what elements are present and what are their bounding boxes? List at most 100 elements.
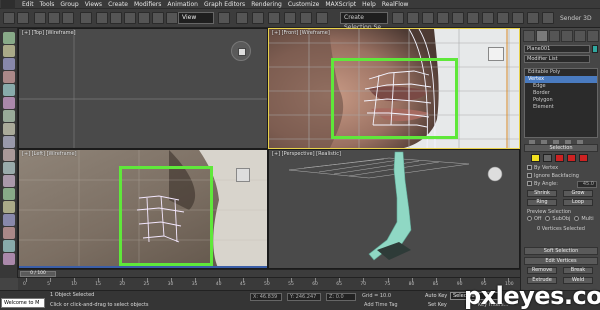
- left-tool-icon[interactable]: [3, 188, 15, 200]
- select-icon[interactable]: [96, 12, 108, 24]
- menu-maxscript[interactable]: MAXScript: [325, 0, 362, 9]
- unlink-icon[interactable]: [48, 12, 60, 24]
- viewcube-icon[interactable]: [231, 41, 251, 61]
- viewcube-icon[interactable]: [236, 168, 250, 182]
- menu-views[interactable]: Views: [85, 0, 108, 9]
- menu-graph-editors[interactable]: Graph Editors: [204, 0, 251, 9]
- menu-group[interactable]: Group: [60, 0, 84, 9]
- redo-icon[interactable]: [17, 12, 29, 24]
- auto-key-button[interactable]: Auto Key: [425, 293, 447, 299]
- z-coordinate-field[interactable]: Z: 0.0: [326, 293, 356, 301]
- render-icon[interactable]: [527, 12, 539, 24]
- menu-animation[interactable]: Animation: [167, 0, 204, 9]
- viewport-top[interactable]: [+] [Top] [Wireframe]: [18, 28, 268, 149]
- preview-multi-radio[interactable]: Multi: [574, 216, 594, 222]
- stack-item-editable-poly[interactable]: Editable Poly: [525, 69, 597, 76]
- loop-button[interactable]: Loop: [563, 199, 593, 206]
- ignore-backfacing-option[interactable]: Ignore Backfacing: [527, 173, 579, 179]
- curve-editor-icon[interactable]: [452, 12, 464, 24]
- stack-item-border[interactable]: Border: [525, 90, 597, 97]
- stack-item-edge[interactable]: Edge: [525, 83, 597, 90]
- ring-button[interactable]: Ring: [527, 199, 557, 206]
- rotate-icon[interactable]: [166, 12, 178, 24]
- add-time-tag-button[interactable]: Add Time Tag: [364, 302, 398, 308]
- bind-icon[interactable]: [62, 12, 74, 24]
- shrink-button[interactable]: Shrink: [527, 190, 557, 197]
- display-tab-icon[interactable]: [574, 30, 587, 42]
- render-frame-icon[interactable]: [512, 12, 524, 24]
- schematic-icon[interactable]: [467, 12, 479, 24]
- polygon-level-icon[interactable]: [567, 154, 576, 162]
- selection-rollout[interactable]: Selection: [524, 144, 598, 152]
- menu-edit[interactable]: Edit: [22, 0, 40, 9]
- move-icon[interactable]: [152, 12, 164, 24]
- menu-help[interactable]: Help: [362, 0, 382, 9]
- hierarchy-tab-icon[interactable]: [548, 30, 561, 42]
- stack-item-element[interactable]: Element: [525, 104, 597, 111]
- layer-icon[interactable]: [422, 12, 434, 24]
- remove-button[interactable]: Remove: [527, 267, 557, 274]
- stack-item-vertex[interactable]: Vertex: [525, 76, 597, 83]
- menu-rendering[interactable]: Rendering: [251, 0, 288, 9]
- by-vertex-option[interactable]: By Vertex: [527, 165, 558, 171]
- menu-modifiers[interactable]: Modifiers: [134, 0, 167, 9]
- left-tool-icon[interactable]: [3, 123, 15, 135]
- viewport-label[interactable]: [+] [Front] [Wireframe]: [272, 30, 330, 36]
- viewcube-icon[interactable]: [488, 47, 504, 61]
- filter-icon[interactable]: [80, 12, 92, 24]
- time-slider[interactable]: 0 / 100: [18, 269, 520, 277]
- element-level-icon[interactable]: [579, 154, 588, 162]
- link-icon[interactable]: [34, 12, 46, 24]
- track-bar[interactable]: 0 5 10 15 20 25 30 35 40 45 50 55 60 65 70 75 80 85 90 95 10…: [18, 277, 520, 290]
- by-angle-option[interactable]: By Angle:: [527, 181, 558, 187]
- left-tool-icon[interactable]: [3, 240, 15, 252]
- rect-select-icon[interactable]: [124, 12, 136, 24]
- soft-selection-rollout[interactable]: Soft Selection: [524, 247, 598, 255]
- left-tool-icon[interactable]: [3, 253, 15, 265]
- preview-subobj-radio[interactable]: SubObj: [545, 216, 570, 222]
- by-angle-value[interactable]: 45.0: [577, 181, 597, 188]
- border-level-icon[interactable]: [555, 154, 564, 162]
- left-tool-icon[interactable]: [3, 214, 15, 226]
- app-logo-icon[interactable]: [1, 0, 15, 9]
- viewport-front[interactable]: [+] [Front] [Wireframe]: [268, 28, 520, 149]
- viewport-label[interactable]: [+] [Top] [Wireframe]: [22, 30, 76, 36]
- edit-vertices-rollout[interactable]: Edit Vertices: [524, 257, 598, 265]
- left-tool-icon[interactable]: [3, 136, 15, 148]
- maxscript-listener[interactable]: Welcome to M: [1, 298, 45, 308]
- preview-off-radio[interactable]: Off: [527, 216, 541, 222]
- left-tool-icon[interactable]: [3, 227, 15, 239]
- menu-realflow[interactable]: RealFlow: [382, 0, 415, 9]
- left-tool-icon[interactable]: [3, 45, 15, 57]
- align-icon[interactable]: [407, 12, 419, 24]
- percent-snap-icon[interactable]: [284, 12, 296, 24]
- left-tool-icon[interactable]: [3, 97, 15, 109]
- left-tool-icon[interactable]: [3, 110, 15, 122]
- spinner-snap-icon[interactable]: [300, 12, 312, 24]
- mirror-icon[interactable]: [392, 12, 404, 24]
- angle-snap-icon[interactable]: [268, 12, 280, 24]
- menu-create[interactable]: Create: [108, 0, 134, 9]
- left-tool-icon[interactable]: [3, 71, 15, 83]
- select-by-name-icon[interactable]: [110, 12, 122, 24]
- grow-button[interactable]: Grow: [563, 190, 593, 197]
- object-name-field[interactable]: Plane001: [524, 45, 590, 53]
- set-key-button[interactable]: Set Key: [428, 302, 447, 308]
- left-tool-icon[interactable]: [3, 201, 15, 213]
- left-tool-icon[interactable]: [3, 84, 15, 96]
- create-tab-icon[interactable]: [523, 30, 535, 42]
- reference-coordinate-dropdown[interactable]: View: [178, 12, 214, 24]
- left-tool-icon[interactable]: [3, 162, 15, 174]
- graphite-icon[interactable]: [437, 12, 449, 24]
- utilities-tab-icon[interactable]: [587, 30, 599, 42]
- modify-tab-icon[interactable]: [535, 30, 548, 42]
- menu-tools[interactable]: Tools: [40, 0, 61, 9]
- viewport-label[interactable]: [+] [Perspective] [Realistic]: [272, 151, 341, 157]
- viewport-left[interactable]: [+] [Left] [Wireframe]: [18, 149, 268, 269]
- undo-icon[interactable]: [3, 12, 15, 24]
- left-tool-icon[interactable]: [3, 32, 15, 44]
- stack-item-polygon[interactable]: Polygon: [525, 97, 597, 104]
- modifier-list-dropdown[interactable]: Modifier List: [524, 55, 590, 63]
- named-selection-set-field[interactable]: Create Selection Se: [340, 12, 388, 31]
- vertex-level-icon[interactable]: [531, 154, 540, 162]
